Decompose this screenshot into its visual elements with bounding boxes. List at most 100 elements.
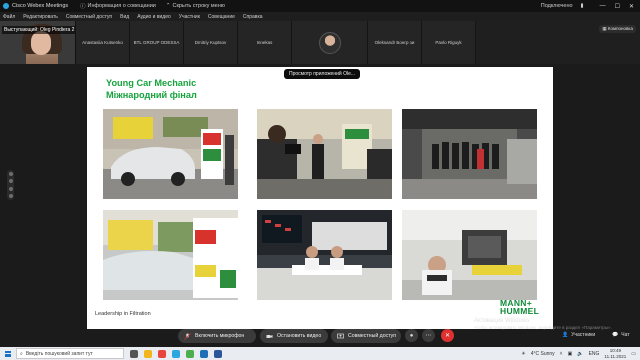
menu-share[interactable]: Совместный доступ bbox=[66, 14, 112, 20]
menu-help[interactable]: Справка bbox=[243, 14, 263, 20]
weather-icon: ☀ bbox=[521, 350, 526, 357]
app-icon[interactable] bbox=[214, 349, 222, 358]
chat-panel-button[interactable]: 💬 Чат bbox=[612, 332, 630, 338]
start-button[interactable] bbox=[0, 347, 16, 360]
taskbar-search[interactable]: ⌕ Введіть пошуковий запит тут bbox=[16, 348, 124, 359]
participants-panel-button[interactable]: 👤 Участники bbox=[562, 332, 595, 338]
chrome-icon[interactable] bbox=[186, 349, 194, 358]
participant-tile[interactable]: Oleksandr Бонгр зи bbox=[368, 21, 422, 64]
more-icon: ⋯ bbox=[425, 333, 432, 339]
title-bar: Cisco Webex Meetings ⓘ Информация о сове… bbox=[0, 0, 640, 12]
webex-logo-icon bbox=[3, 3, 9, 9]
more-options-button[interactable]: ⋯ bbox=[422, 329, 435, 342]
connection-status: Подключено bbox=[540, 3, 573, 9]
record-button[interactable]: ● bbox=[405, 329, 418, 342]
participant-name: Pavlo Riguyk bbox=[435, 40, 462, 45]
windows-taskbar: ⌕ Введіть пошуковий запит тут ☀ 4°C Sunn… bbox=[0, 347, 640, 360]
file-explorer-icon[interactable] bbox=[144, 349, 152, 358]
active-speaker-label: Выступающий: Oleg Pindiera 2 bbox=[2, 26, 75, 34]
close-icon[interactable]: ✕ bbox=[629, 3, 634, 10]
volume-icon[interactable]: 🔈 bbox=[577, 351, 583, 357]
close-icon: ✕ bbox=[444, 333, 451, 339]
window-controls: — ☐ ✕ bbox=[600, 3, 634, 10]
slide-photo bbox=[402, 210, 537, 300]
slide-photo bbox=[257, 109, 392, 199]
participant-tile[interactable]: BTL GROUP ODESSA bbox=[130, 21, 184, 64]
participant-tile[interactable]: Anastasiia Kutsenko bbox=[76, 21, 130, 64]
menu-participant[interactable]: Участник bbox=[179, 14, 200, 20]
menu-bar: Файл Редактировать Совместный доступ Вид… bbox=[0, 12, 640, 21]
titlebar-right: Подключено ▮ — ☐ ✕ bbox=[541, 3, 640, 10]
self-video-tile[interactable]: Выступающий: Oleg Pindiera 2 bbox=[0, 21, 76, 64]
grid-icon: ▦ bbox=[602, 26, 607, 31]
taskbar-apps bbox=[130, 349, 222, 358]
share-label: Совместный доступ bbox=[348, 333, 397, 339]
task-view-icon[interactable] bbox=[130, 349, 138, 358]
participant-tile[interactable]: Pavlo Riguyk bbox=[422, 21, 476, 64]
language-indicator[interactable]: ENG bbox=[589, 351, 600, 357]
layout-label: Компоновка bbox=[607, 26, 633, 31]
video-button[interactable]: Остановить видео bbox=[260, 329, 328, 343]
meeting-info-label: Информация о совещании bbox=[87, 3, 156, 9]
chat-icon: 💬 bbox=[612, 332, 619, 338]
participant-name: BTL GROUP ODESSA bbox=[133, 40, 180, 45]
participant-name: Oleksandr Бонгр зи bbox=[374, 40, 415, 45]
opera-icon[interactable] bbox=[158, 349, 166, 358]
logo-line2: HUMMEL bbox=[500, 306, 540, 316]
chevron-up-icon: ⌃ bbox=[165, 3, 171, 9]
zoom-in-icon[interactable] bbox=[8, 171, 13, 176]
participant-tile-avatar[interactable] bbox=[292, 21, 368, 64]
windows-logo-icon bbox=[5, 350, 11, 357]
zoom-reset-icon[interactable] bbox=[8, 194, 13, 199]
participant-avatar bbox=[318, 31, 341, 54]
meeting-info-button[interactable]: ⓘ Информация о совещании bbox=[80, 2, 156, 10]
chat-label: Чат bbox=[621, 332, 630, 338]
minimize-icon[interactable]: — bbox=[600, 3, 606, 10]
participants-label: Участники bbox=[571, 332, 596, 338]
signal-icon: ▮ bbox=[580, 3, 584, 9]
presenter-view-chip[interactable]: Просмотр приложений Ole... bbox=[284, 69, 361, 79]
slide-photo bbox=[103, 210, 238, 300]
slide-photo bbox=[103, 109, 238, 199]
hide-menu-button[interactable]: ⌃ Скрыть строку меню bbox=[166, 3, 225, 9]
notifications-icon[interactable]: ▭ bbox=[631, 351, 636, 357]
mann-hummel-logo: MANN+ HUMMEL bbox=[500, 299, 540, 316]
video-label: Остановить видео bbox=[277, 333, 322, 339]
strip-end: ▦ Компоновка bbox=[476, 21, 640, 64]
network-icon[interactable]: ▣ bbox=[568, 351, 573, 357]
participant-tile[interactable]: Dmitriy Kuptsov bbox=[184, 21, 238, 64]
slide-title: Young Car Mechanic bbox=[106, 78, 197, 88]
zoom-fit-icon[interactable] bbox=[8, 179, 13, 184]
menu-audio-video[interactable]: Аудио и видео bbox=[137, 14, 171, 20]
participant-name: Dmitriy Kuptsov bbox=[194, 40, 227, 45]
tray-chevron-icon[interactable]: ˄ bbox=[560, 351, 563, 357]
app-title-group: Cisco Webex Meetings bbox=[0, 3, 70, 9]
zoom-out-icon[interactable] bbox=[8, 186, 13, 191]
zoom-controls bbox=[7, 170, 14, 200]
layout-button[interactable]: ▦ Компоновка bbox=[599, 25, 636, 33]
menu-edit[interactable]: Редактировать bbox=[23, 14, 58, 20]
info-icon: ⓘ bbox=[80, 4, 86, 10]
speaker-face bbox=[31, 31, 51, 55]
word-icon[interactable] bbox=[200, 349, 208, 358]
mute-label: Включить микрофон bbox=[195, 333, 245, 339]
participant-tile[interactable]: Innekas bbox=[238, 21, 292, 64]
menu-meeting[interactable]: Совещание bbox=[208, 14, 235, 20]
slide-footer: Leadership in Filtration bbox=[95, 311, 151, 317]
mute-button[interactable]: Включить микрофон bbox=[178, 329, 256, 343]
webex-taskbar-icon[interactable] bbox=[172, 349, 180, 358]
clock[interactable]: 10:49 11.11.2021 bbox=[604, 348, 626, 359]
end-meeting-button[interactable]: ✕ bbox=[441, 329, 454, 342]
microphone-muted-icon bbox=[184, 332, 191, 340]
search-icon: ⌕ bbox=[20, 350, 23, 357]
menu-view[interactable]: Вид bbox=[120, 14, 129, 20]
weather-text[interactable]: 4°C Sunny bbox=[531, 351, 555, 357]
menu-file[interactable]: Файл bbox=[3, 14, 15, 20]
share-button[interactable]: Совместный доступ bbox=[331, 329, 401, 343]
participant-strip: Выступающий: Oleg Pindiera 2 Anastasiia … bbox=[0, 21, 640, 64]
app-title: Cisco Webex Meetings bbox=[12, 3, 69, 9]
participant-name: Anastasiia Kutsenko bbox=[82, 40, 123, 45]
participant-name: Innekas bbox=[256, 40, 273, 45]
system-tray: ☀ 4°C Sunny ˄ ▣ 🔈 ENG 10:49 11.11.2021 ▭ bbox=[521, 348, 640, 359]
maximize-icon[interactable]: ☐ bbox=[615, 3, 620, 10]
